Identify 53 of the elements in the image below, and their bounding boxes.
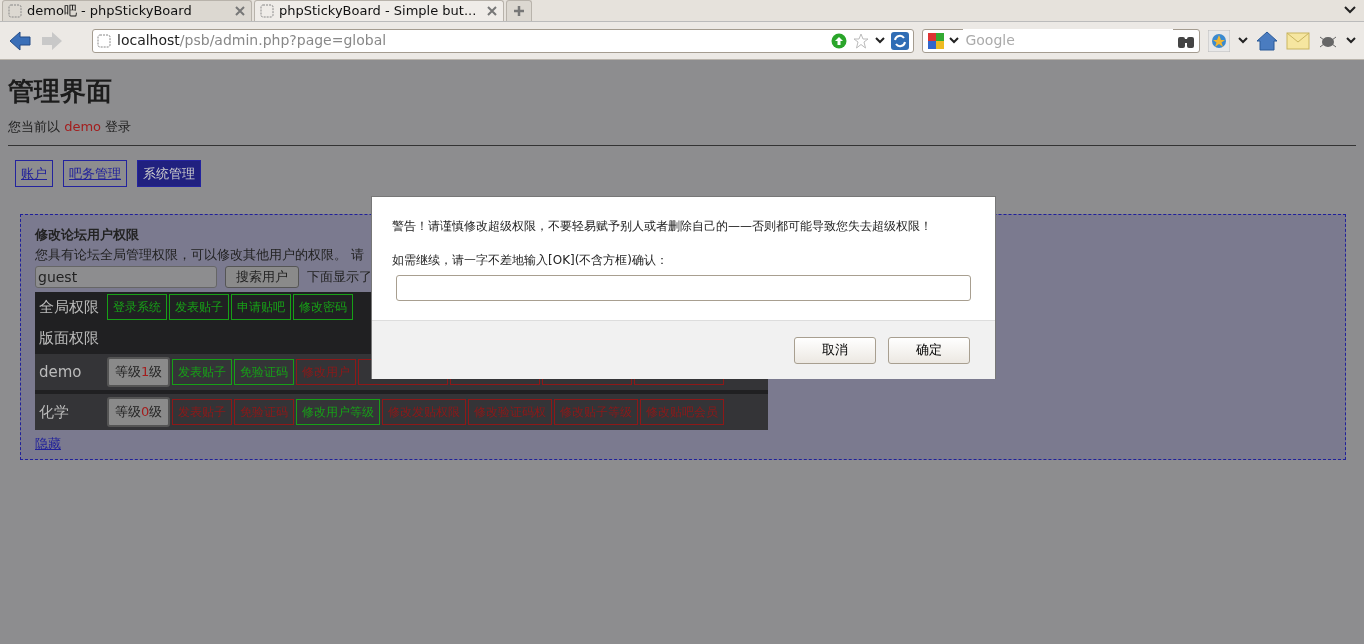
chevron-down-icon[interactable]: [1344, 6, 1356, 14]
section-title: 修改论坛用户权限: [35, 226, 139, 245]
permission-cell[interactable]: 发表贴子: [169, 294, 229, 321]
user-name: demo: [38, 361, 83, 383]
new-tab-button[interactable]: [506, 0, 532, 21]
back-arrow-icon[interactable]: [8, 29, 32, 52]
plus-icon: [513, 5, 525, 17]
search-user-button[interactable]: 搜索用户: [225, 266, 299, 289]
page-title: 管理界面: [8, 76, 113, 108]
nav-tab[interactable]: 账户: [15, 159, 53, 188]
confirm-field[interactable]: [396, 275, 971, 301]
permission-cell[interactable]: 免验证码: [234, 359, 295, 386]
confirm-button[interactable]: 确定: [888, 336, 970, 364]
login-status: 您当前以 demo 登录: [8, 118, 133, 137]
prompt-text: 如需继续，请一字不差地输入[OK](不含方框)确认：: [392, 252, 670, 269]
url-text: localhost: [117, 31, 180, 50]
permission-cell[interactable]: 修改密码: [293, 294, 353, 321]
chevron-down-icon[interactable]: [949, 37, 960, 44]
page-icon: [97, 33, 111, 48]
nav-tab[interactable]: 系统管理: [137, 159, 201, 188]
url-text: /psb/admin.php?page=global: [179, 31, 387, 50]
chevron-down-icon[interactable]: [1346, 37, 1356, 44]
permission-cell[interactable]: 发表贴子: [172, 359, 233, 386]
row-label: 全局权限: [38, 296, 100, 318]
permission-cell[interactable]: 修改用户等级: [296, 399, 381, 426]
search-field[interactable]: Google: [922, 28, 1200, 53]
permission-cell[interactable]: 申请贴吧: [231, 294, 291, 321]
browser-tab[interactable]: phpStickyBoard - Simple but...: [254, 0, 504, 21]
page-icon: [260, 4, 274, 18]
browser-tab[interactable]: demo吧 - phpStickyBoard: [2, 0, 252, 21]
cancel-button[interactable]: 取消: [794, 336, 876, 364]
address-bar[interactable]: localhost/psb/admin.php?page=global: [92, 28, 915, 53]
page-icon: [8, 4, 22, 18]
hide-link[interactable]: 隐藏: [35, 434, 61, 454]
row-label: 版面权限: [38, 327, 100, 349]
close-icon[interactable]: [234, 5, 246, 17]
close-icon[interactable]: [486, 5, 498, 17]
result-note: 下面显示了: [307, 268, 372, 287]
description-text: 您具有论坛全局管理权限，可以修改其他用户的权限。 请: [35, 245, 365, 264]
user-name: 化学: [38, 401, 70, 423]
grade-button[interactable]: 等级0级: [107, 397, 171, 428]
permission-cell[interactable]: 登录系统: [107, 294, 167, 321]
reload-icon[interactable]: [891, 31, 910, 50]
nav-tab[interactable]: 吧务管理: [63, 159, 127, 188]
chevron-down-icon[interactable]: [875, 37, 886, 44]
warning-text: 警告！请谨慎修改超级权限，不要轻易赋予别人或者删除自己的——否则都可能导致您失去超级权限！: [392, 218, 933, 235]
grade-button[interactable]: 等级1级: [107, 357, 171, 388]
username-field[interactable]: guest: [35, 266, 217, 289]
star-icon[interactable]: [853, 32, 870, 49]
star-badge-icon[interactable]: [1208, 29, 1230, 52]
google-icon[interactable]: [927, 31, 946, 50]
home-icon[interactable]: [1256, 30, 1278, 51]
chevron-down-icon[interactable]: [1238, 37, 1248, 44]
